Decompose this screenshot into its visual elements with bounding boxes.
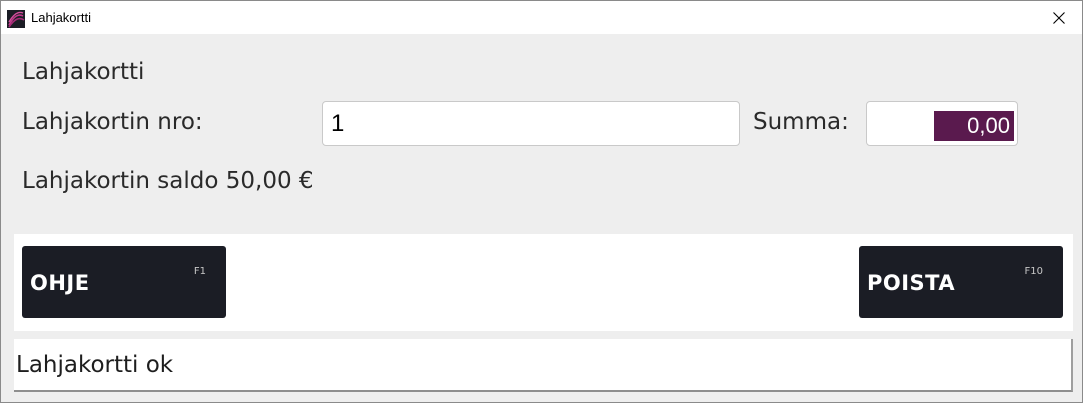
- form-heading: Lahjakortti: [22, 59, 145, 85]
- window-title: Lahjakortti: [31, 10, 91, 25]
- delete-button[interactable]: POISTA F10: [859, 246, 1063, 318]
- delete-button-label: POISTA: [867, 271, 956, 295]
- close-icon: [1053, 11, 1065, 24]
- card-balance-text: Lahjakortin saldo 50,00 €: [22, 168, 314, 194]
- status-message: Lahjakortti ok: [16, 352, 174, 378]
- delete-key-hint: F10: [1024, 266, 1043, 277]
- help-button[interactable]: OHJE F1: [22, 246, 226, 318]
- amount-label: Summa:: [753, 109, 849, 135]
- title-bar[interactable]: Lahjakortti: [1, 1, 1082, 34]
- status-bar: Lahjakortti ok: [14, 339, 1073, 392]
- dialog-window: Lahjakortti Lahjakortti Lahjakortin nro:…: [0, 0, 1083, 403]
- card-number-label: Lahjakortin nro:: [22, 109, 203, 135]
- amount-input[interactable]: 0,00: [866, 101, 1018, 146]
- amount-value: 0,00: [934, 111, 1014, 141]
- help-key-hint: F1: [193, 266, 206, 277]
- help-button-label: OHJE: [30, 271, 90, 295]
- app-icon: [7, 10, 25, 28]
- card-number-input[interactable]: [322, 101, 740, 146]
- close-button[interactable]: [1036, 1, 1082, 34]
- button-bar: OHJE F1 POISTA F10: [14, 234, 1073, 331]
- dialog-content: Lahjakortti Lahjakortin nro: Summa: 0,00…: [1, 34, 1082, 402]
